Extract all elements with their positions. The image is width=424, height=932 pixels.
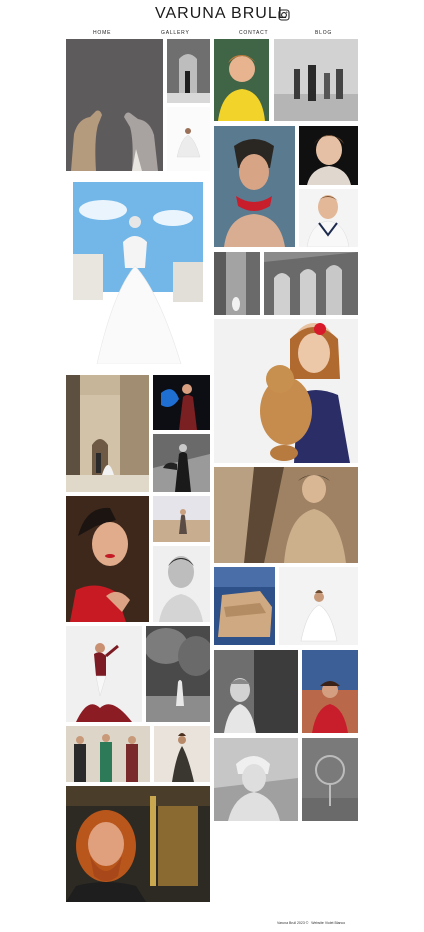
gallery-photo-street-bw[interactable] [167, 39, 210, 103]
gallery-photo-turban-woman[interactable] [214, 738, 298, 821]
gallery-photo-fan-object[interactable] [302, 738, 358, 821]
gallery-photo-girl[interactable] [299, 126, 358, 185]
gallery-photo-child-beach[interactable] [153, 496, 210, 542]
instagram-icon[interactable] [278, 8, 290, 21]
site-title[interactable]: VARUNA BRULL [155, 5, 288, 23]
gallery-photo-white-dress[interactable] [167, 107, 210, 171]
gallery-photo-boy-yellow[interactable] [214, 39, 269, 121]
gallery-photo-woman-dress[interactable] [154, 726, 210, 782]
footer-designer[interactable]: Website Violet Blanco [311, 921, 345, 925]
gallery-photo-fan-dancer[interactable] [153, 375, 210, 430]
gallery-photo-rooftop-bride[interactable] [73, 182, 203, 364]
gallery-photo-roman-arches[interactable] [264, 252, 358, 315]
gallery-photo-beach-family[interactable] [274, 39, 358, 121]
nav-contact[interactable]: CONTACT [239, 30, 268, 36]
gallery-photo-sunset-woman[interactable] [302, 650, 358, 733]
gallery-photo-forest-woman[interactable] [146, 626, 210, 722]
gallery-photo-flamenco-red[interactable] [66, 626, 142, 722]
gallery-photo-woman-headpiece[interactable] [214, 126, 295, 247]
nav-home[interactable]: HOME [93, 30, 111, 36]
gallery-photo-sepia-man[interactable] [214, 467, 358, 563]
gallery-photo-sailor-boy[interactable] [299, 189, 358, 247]
footer-credit[interactable]: Varuna Brull 2023 © [277, 921, 308, 925]
gallery-photo-street-couple[interactable] [66, 375, 149, 492]
gallery-photo-girl-white-dress[interactable] [279, 567, 358, 645]
gallery-photo-ruins-figure[interactable] [214, 252, 260, 315]
gallery-photo-girl-bw[interactable] [214, 650, 298, 733]
gallery-photo-dogs[interactable] [66, 39, 163, 171]
nav-gallery[interactable]: GALLERY [161, 30, 190, 36]
main-nav: HOME GALLERY CONTACT BLOG [0, 30, 424, 40]
gallery-photo-red-lips-woman[interactable] [66, 496, 149, 622]
gallery-photo-man-bw[interactable] [153, 546, 210, 622]
gallery-photo-dancer-bw[interactable] [153, 434, 210, 492]
gallery-photo-toreros[interactable] [66, 726, 150, 782]
nav-blog[interactable]: BLOG [315, 30, 332, 36]
footer: Varuna Brull 2023 © Website Violet Blanc… [277, 921, 345, 925]
gallery-photo-girl-teddy[interactable] [214, 319, 358, 463]
gallery-photo-stone-blocks[interactable] [214, 567, 275, 645]
gallery-photo-red-beard-man[interactable] [66, 786, 210, 902]
